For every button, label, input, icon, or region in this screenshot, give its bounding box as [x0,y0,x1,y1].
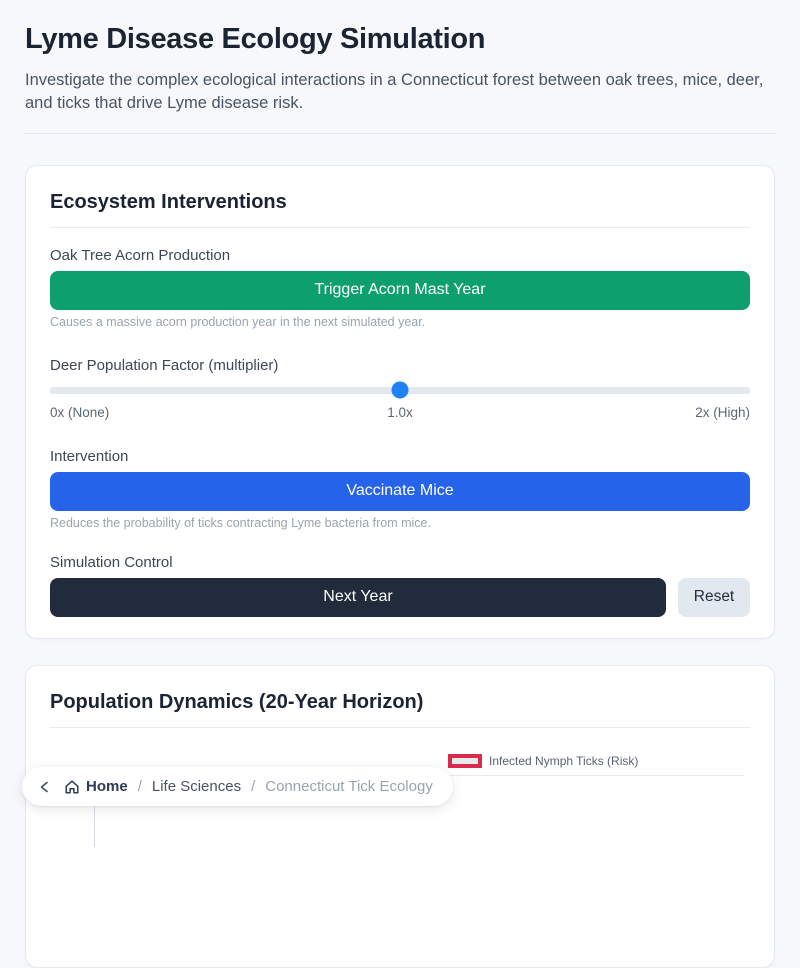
slider-min-label: 0x (None) [50,405,283,421]
legend-label: Infected Nymph Ticks (Risk) [489,754,638,768]
vaccinate-mice-button[interactable]: Vaccinate Mice [50,472,750,511]
reset-button[interactable]: Reset [678,578,750,617]
deer-population-label: Deer Population Factor (multiplier) [50,357,750,375]
breadcrumb: Home / Life Sciences / Connecticut Tick … [22,767,453,806]
page-subtitle: Investigate the complex ecological inter… [25,69,773,116]
legend-item-infected-nymph-ticks[interactable]: Infected Nymph Ticks (Risk) [448,754,638,768]
infected-ticks-swatch-icon [448,754,482,768]
breadcrumb-home-label: Home [86,778,128,795]
next-year-button[interactable]: Next Year [50,578,666,617]
intervention-label: Intervention [50,448,750,466]
dynamics-card-title: Population Dynamics (20-Year Horizon) [50,690,750,714]
intervention-group: Intervention Vaccinate Mice Reduces the … [50,448,750,531]
chevron-left-icon [37,779,53,795]
acorn-production-group: Oak Tree Acorn Production Trigger Acorn … [50,247,750,330]
slider-labels: 0x (None) 1.0x 2x (High) [50,405,750,421]
ecosystem-interventions-card: Ecosystem Interventions Oak Tree Acorn P… [25,165,775,639]
simulation-control-group: Simulation Control Next Year Reset [50,554,750,617]
back-button[interactable] [36,778,54,796]
breadcrumb-separator: / [138,778,142,795]
population-dynamics-card: Population Dynamics (20-Year Horizon) In… [25,665,775,968]
deer-slider-thumb[interactable] [392,382,409,399]
deer-population-group: Deer Population Factor (multiplier) 0x (… [50,357,750,421]
slider-max-label: 2x (High) [517,405,750,421]
breadcrumb-separator: / [251,778,255,795]
acorn-production-label: Oak Tree Acorn Production [50,247,750,265]
home-icon [64,779,80,795]
interventions-card-title: Ecosystem Interventions [50,190,750,214]
vaccinate-mice-helper: Reduces the probability of ticks contrac… [50,516,750,531]
breadcrumb-current-page: Connecticut Tick Ecology [265,778,433,795]
slider-value-label: 1.0x [283,405,516,421]
simulation-buttons-row: Next Year Reset [50,578,750,617]
deer-population-slider[interactable] [50,387,750,394]
card-title-divider [50,227,750,228]
breadcrumb-life-sciences[interactable]: Life Sciences [152,778,241,795]
acorn-production-helper: Causes a massive acorn production year i… [50,315,750,330]
main-page: Lyme Disease Ecology Simulation Investig… [0,24,800,968]
trigger-acorn-mast-year-button[interactable]: Trigger Acorn Mast Year [50,271,750,310]
simulation-control-label: Simulation Control [50,554,750,572]
header-divider [25,133,775,134]
breadcrumb-home[interactable]: Home [64,778,128,795]
page-title: Lyme Disease Ecology Simulation [25,24,775,56]
